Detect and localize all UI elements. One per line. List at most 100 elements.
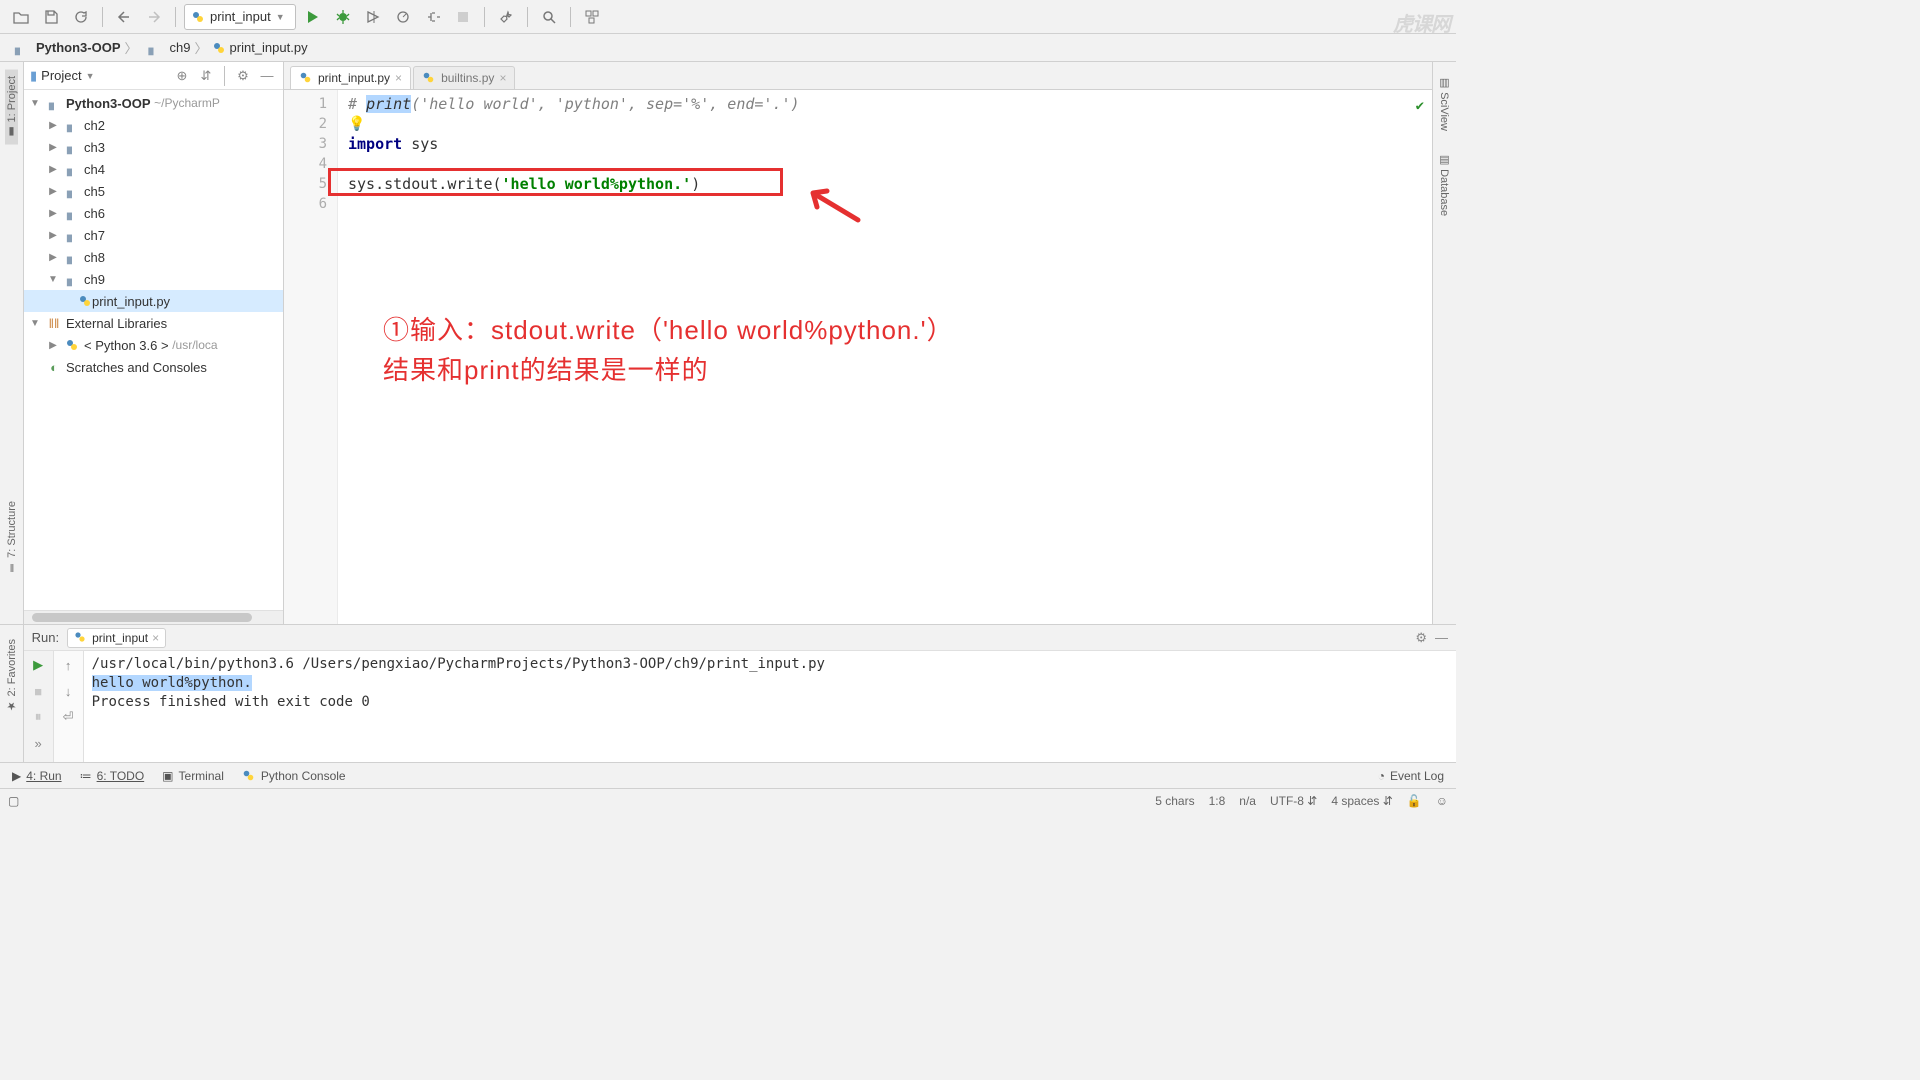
tree-folder[interactable]: ▶▖ch6 (24, 202, 283, 224)
tree-python-env[interactable]: ▶ < Python 3.6 > /usr/loca (24, 334, 283, 356)
folder-icon: ▖ (64, 117, 80, 133)
run-controls-secondary: ↑ ↓ ⏎ (54, 651, 84, 762)
status-bar: ▢ 5 chars 1:8 n/a UTF-8 ⇵ 4 spaces ⇵ 🔓 ☺ (0, 788, 1456, 812)
status-icon[interactable]: ▢ (8, 794, 19, 808)
lightbulb-icon[interactable]: 💡 (348, 114, 365, 134)
breadcrumb: ▖ Python3-OOP 〉 ▖ ch9 〉 print_input.py (0, 34, 1456, 62)
btm-terminal[interactable]: ▣ Terminal (162, 769, 224, 783)
tree-scratches[interactable]: ◐ Scratches and Consoles (24, 356, 283, 378)
annotation-text: ①输入：stdout.write（'hello world%python.'） … (383, 310, 954, 390)
breadcrumb-file[interactable]: print_input.py (212, 40, 308, 55)
stop-icon[interactable]: ■ (28, 681, 48, 701)
project-view-selector[interactable]: ▮ Project ▼ (30, 68, 168, 84)
search-icon[interactable] (536, 4, 562, 30)
btm-run[interactable]: ▶ 4: Run (12, 769, 62, 783)
run-coverage-icon[interactable] (360, 4, 386, 30)
close-icon[interactable]: × (152, 631, 159, 645)
tab-structure[interactable]: ‖ 7: Structure (6, 495, 18, 579)
inspector-icon[interactable]: ☺ (1436, 794, 1448, 808)
code-editor[interactable]: # print('hello world', 'python', sep='%'… (338, 90, 1432, 624)
collapse-icon[interactable]: ⇵ (196, 66, 216, 86)
main-area: ▮ 1: Project ‖ 7: Structure ▮ Project ▼ … (0, 62, 1456, 624)
run-tab-print-input[interactable]: print_input × (67, 628, 166, 648)
rerun-icon[interactable]: ▶ (28, 655, 48, 675)
up-icon[interactable]: ↑ (58, 655, 78, 675)
open-icon[interactable] (8, 4, 34, 30)
btm-python-console[interactable]: Python Console (242, 769, 346, 783)
lock-icon[interactable]: 🔓 (1407, 794, 1422, 808)
structure-icon[interactable] (579, 4, 605, 30)
run-panel-header: Run: print_input × ⚙ — (24, 625, 1456, 651)
tree-folder-ch9[interactable]: ▼▖ ch9 (24, 268, 283, 290)
btm-todo[interactable]: ≔ 6: TODO (80, 769, 145, 783)
chevron-down-icon: ▼ (276, 12, 285, 22)
run-controls-primary: ▶ ■ ⏸ » (24, 651, 54, 762)
tree-folder[interactable]: ▶▖ch3 (24, 136, 283, 158)
wrap-icon[interactable]: ⏎ (58, 707, 78, 727)
tree-folder[interactable]: ▶▖ch5 (24, 180, 283, 202)
down-icon[interactable]: ↓ (58, 681, 78, 701)
status-na: n/a (1239, 794, 1256, 808)
tree-folder[interactable]: ▶▖ch8 (24, 246, 283, 268)
gear-icon[interactable]: ⚙ (233, 66, 253, 86)
target-icon[interactable]: ⊕ (172, 66, 192, 86)
concurrency-icon[interactable] (420, 4, 446, 30)
hide-icon[interactable]: — (257, 66, 277, 86)
editor-area: print_input.py × builtins.py × 123456 # … (284, 62, 1432, 624)
close-icon[interactable]: × (395, 71, 402, 85)
more-icon[interactable]: » (28, 733, 48, 753)
back-icon[interactable] (111, 4, 137, 30)
python-icon (242, 769, 256, 783)
line-gutter: 123456 (284, 90, 338, 624)
tree-folder[interactable]: ▶▖ch7 (24, 224, 283, 246)
close-icon[interactable]: × (499, 71, 506, 85)
wrench-icon[interactable] (493, 4, 519, 30)
project-panel-header: ▮ Project ▼ ⊕ ⇵ ⚙ — (24, 62, 283, 90)
python-icon (78, 294, 92, 308)
tab-database[interactable]: ▤ Database (1438, 147, 1451, 222)
profile-icon[interactable] (390, 4, 416, 30)
save-icon[interactable] (38, 4, 64, 30)
hide-icon[interactable]: — (1435, 630, 1448, 646)
check-icon: ✔ (1416, 96, 1424, 116)
gear-icon[interactable]: ⚙ (1415, 630, 1427, 646)
refresh-icon[interactable] (68, 4, 94, 30)
tree-external-libraries[interactable]: ▼‖‖ External Libraries (24, 312, 283, 334)
tree-folder[interactable]: ▶▖ch2 (24, 114, 283, 136)
editor-tab-print-input[interactable]: print_input.py × (290, 66, 411, 89)
chevron-right-icon: 〉 (125, 38, 138, 57)
folder-icon: ▖ (64, 227, 80, 243)
tab-favorites[interactable]: ★ 2: Favorites (5, 633, 18, 719)
forward-icon[interactable] (141, 4, 167, 30)
status-position[interactable]: 1:8 (1209, 794, 1226, 808)
stop-icon[interactable] (450, 4, 476, 30)
editor-tab-builtins[interactable]: builtins.py × (413, 66, 515, 89)
editor-body[interactable]: 123456 # print('hello world', 'python', … (284, 90, 1432, 624)
annotation-arrow (803, 185, 863, 225)
run-config-selector[interactable]: print_input ▼ (184, 4, 296, 30)
project-tree[interactable]: ▼▖ Python3-OOP ~/PycharmP ▶▖ch2▶▖ch3▶▖ch… (24, 90, 283, 610)
btm-event-log[interactable]: ◔ Event Log (1378, 769, 1444, 783)
tab-project[interactable]: ▮ 1: Project (5, 70, 18, 145)
folder-icon: ▖ (46, 95, 62, 111)
bottom-tool-strip: ▶ 4: Run ≔ 6: TODO ▣ Terminal Python Con… (0, 762, 1456, 788)
folder-icon: ▖ (64, 271, 80, 287)
pause-icon[interactable]: ⏸ (28, 707, 48, 727)
console-line: Process finished with exit code 0 (92, 693, 1448, 712)
run-icon[interactable] (300, 4, 326, 30)
breadcrumb-folder[interactable]: ▖ ch9 (142, 40, 191, 56)
status-encoding[interactable]: UTF-8 ⇵ (1270, 794, 1317, 808)
tree-folder[interactable]: ▶▖ch4 (24, 158, 283, 180)
tree-file-print-input[interactable]: print_input.py (24, 290, 283, 312)
project-panel: ▮ Project ▼ ⊕ ⇵ ⚙ — ▼▖ Python3-OOP ~/Pyc… (24, 62, 284, 624)
run-panel: ★ 2: Favorites Run: print_input × ⚙ — ▶ … (0, 624, 1456, 762)
console-output[interactable]: /usr/local/bin/python3.6 /Users/pengxiao… (84, 651, 1456, 762)
horizontal-scrollbar[interactable] (24, 610, 283, 624)
tree-root[interactable]: ▼▖ Python3-OOP ~/PycharmP (24, 92, 283, 114)
breadcrumb-root[interactable]: ▖ Python3-OOP (8, 40, 121, 56)
status-indent[interactable]: 4 spaces ⇵ (1331, 794, 1392, 808)
folder-icon: ▖ (146, 40, 162, 56)
python-icon (299, 71, 313, 85)
tab-sciview[interactable]: ▥ SciView (1438, 70, 1451, 137)
debug-icon[interactable] (330, 4, 356, 30)
